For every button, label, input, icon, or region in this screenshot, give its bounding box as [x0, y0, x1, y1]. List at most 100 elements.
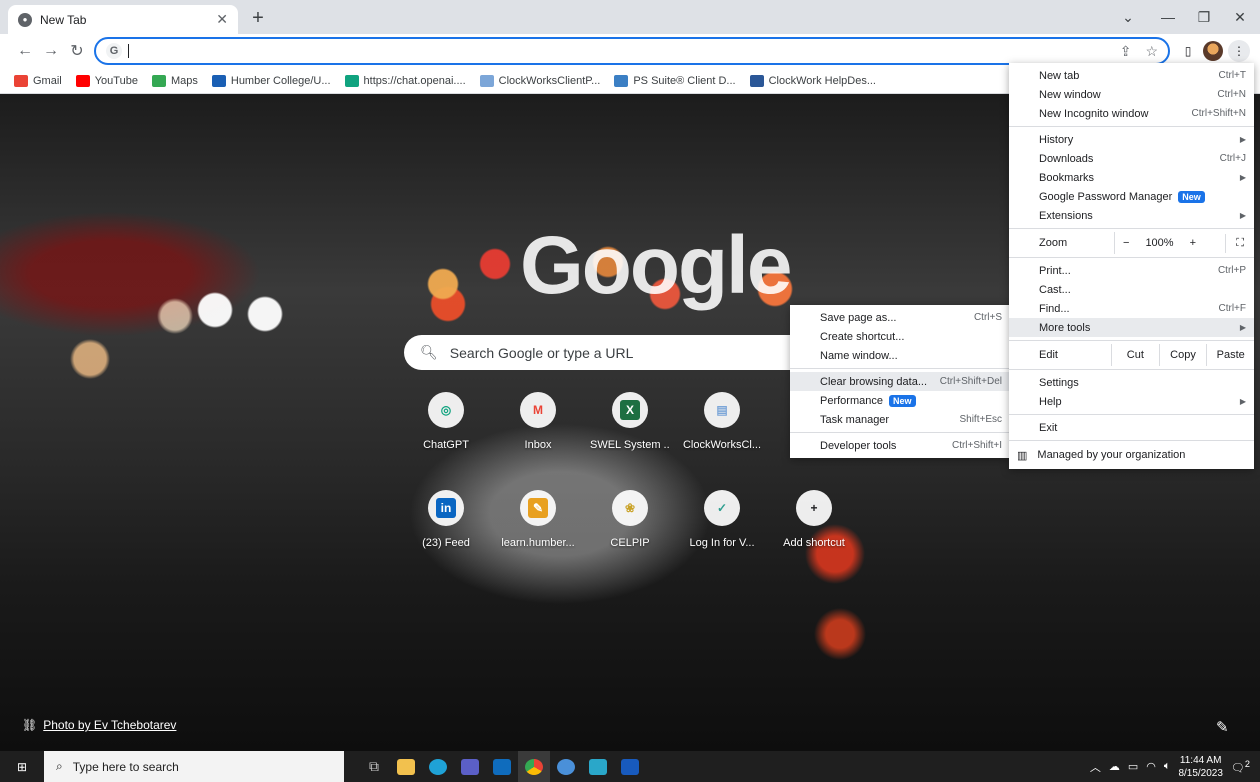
menu-task-manager[interactable]: Task manager Shift+Esc [790, 410, 1010, 429]
menu-developer-tools[interactable]: Developer tools Ctrl+Shift+I [790, 436, 1010, 455]
shortcut-label: learn.humber... [501, 537, 575, 549]
menu-managed-by-org[interactable]: ▥ Managed by your organization [1009, 444, 1254, 466]
bookmark-item[interactable]: Maps [151, 74, 198, 87]
fullscreen-icon[interactable]: ⛶ [1225, 233, 1254, 253]
menu-find[interactable]: Find... Ctrl+F [1009, 299, 1254, 318]
edge-icon[interactable] [422, 751, 454, 782]
file-explorer-icon[interactable] [390, 751, 422, 782]
menu-clear-browsing-data[interactable]: Clear browsing data... Ctrl+Shift+Del [790, 372, 1010, 391]
close-tab-icon[interactable]: ✕ [216, 11, 228, 28]
onedrive-icon[interactable]: ☁ [1109, 760, 1120, 773]
task-view-icon[interactable]: ⧉ [358, 751, 390, 782]
shortcut-tile[interactable]: in (23) Feed [406, 490, 486, 549]
restore-button[interactable]: ❐ [1184, 0, 1224, 34]
menu-downloads[interactable]: Downloads Ctrl+J [1009, 149, 1254, 168]
close-window-button[interactable]: ✕ [1220, 0, 1260, 34]
shortcut-tile[interactable]: + Add shortcut [774, 490, 854, 549]
chevron-up-icon[interactable]: ︿ [1090, 759, 1101, 775]
menu-shortcut: Ctrl+S [973, 312, 1002, 323]
menu-create-shortcut[interactable]: Create shortcut... [790, 327, 1010, 346]
taskbar-search[interactable]: ⌕ Type here to search [44, 751, 344, 782]
menu-button[interactable]: ⋮ [1228, 40, 1250, 62]
menu-divider [1009, 414, 1254, 415]
menu-settings[interactable]: Settings [1009, 373, 1254, 392]
menu-label: Name window... [820, 349, 898, 362]
menu-item-new-incognito-window[interactable]: New Incognito window Ctrl+Shift+N [1009, 104, 1254, 123]
menu-more-tools[interactable]: More tools ▶ [1009, 318, 1254, 337]
address-bar[interactable]: G ⇪ ☆ [94, 37, 1170, 65]
menu-bookmarks[interactable]: Bookmarks ▶ [1009, 168, 1254, 187]
photo-credit[interactable]: ⛓ Photo by Ev Tchebotarev [22, 718, 176, 732]
zoom-in-button[interactable]: + [1182, 237, 1204, 249]
minimize-button[interactable]: — [1148, 0, 1188, 34]
bookmark-item[interactable]: Humber College/U... [211, 74, 331, 87]
notification-icon[interactable]: 🗨︎2 [1231, 759, 1250, 775]
bookmark-star-icon[interactable]: ☆ [1145, 43, 1158, 60]
chrome-taskbar-icon[interactable] [518, 751, 550, 782]
photo-credit-link[interactable]: Photo by Ev Tchebotarev [43, 718, 176, 732]
reload-button[interactable]: ↻ [66, 40, 88, 62]
menu-item-new-tab[interactable]: New tab Ctrl+T [1009, 66, 1254, 85]
menu-divider [1009, 340, 1254, 341]
menu-label: Settings [1039, 376, 1079, 389]
chrome-alt-icon[interactable] [550, 751, 582, 782]
menu-password-manager[interactable]: Google Password Manager New [1009, 187, 1254, 206]
menu-save-page[interactable]: Save page as... Ctrl+S [790, 308, 1010, 327]
link-icon: ⛓ [22, 718, 38, 732]
new-tab-button[interactable]: + [246, 7, 270, 31]
menu-print[interactable]: Print... Ctrl+P [1009, 261, 1254, 280]
menu-shortcut: Ctrl+P [1217, 265, 1246, 276]
bookmark-item[interactable]: https://chat.openai.... [344, 74, 466, 87]
clock[interactable]: 11:44 AM 8/15/2023 [1178, 754, 1223, 780]
bookmark-item[interactable]: ClockWorksClientP... [479, 74, 600, 87]
back-button[interactable]: ← [14, 40, 36, 62]
word-icon[interactable] [614, 751, 646, 782]
menu-performance[interactable]: Performance New [790, 391, 1010, 410]
shortcut-tile[interactable]: ❀ CELPIP [590, 490, 670, 549]
bookmark-item[interactable]: YouTube [75, 74, 138, 87]
shortcut-tile[interactable]: ✓ Log In for V... [682, 490, 762, 549]
windows-start-icon[interactable]: ⊞ [0, 751, 44, 782]
cut-button[interactable]: Cut [1111, 344, 1159, 366]
bookmark-item[interactable]: Gmail [14, 74, 62, 87]
menu-label: Exit [1039, 421, 1058, 434]
date: 8/15/2023 [1178, 767, 1223, 779]
teams-icon[interactable] [454, 751, 486, 782]
outlook-icon[interactable] [486, 751, 518, 782]
paste-button[interactable]: Paste [1206, 344, 1254, 366]
shortcut-tile[interactable]: ◎ ChatGPT [406, 392, 486, 451]
tab-search-icon[interactable]: ⌄ [1108, 0, 1148, 34]
volume-icon[interactable]: 🔈︎ [1164, 760, 1171, 773]
bookmark-item[interactable]: PS Suite® Client D... [614, 74, 736, 87]
copy-button[interactable]: Copy [1158, 344, 1207, 366]
app-icon[interactable] [582, 751, 614, 782]
menu-name-window[interactable]: Name window... [790, 346, 1010, 365]
wifi-icon[interactable]: ◠ [1146, 760, 1156, 773]
chrome-icon: ● [18, 12, 32, 27]
menu-cast[interactable]: Cast... [1009, 280, 1254, 299]
gmail-icon: M [520, 392, 556, 428]
avatar [1203, 41, 1223, 61]
battery-icon[interactable]: ▭ [1128, 760, 1138, 773]
menu-history[interactable]: History ▶ [1009, 130, 1254, 149]
shortcut-tile[interactable]: ✎ learn.humber... [498, 490, 578, 549]
shortcut-tile[interactable]: X SWEL System ... [590, 392, 670, 451]
shortcut-label: CELPIP [610, 537, 650, 549]
menu-exit[interactable]: Exit [1009, 418, 1254, 437]
menu-divider [1009, 126, 1254, 127]
customize-pencil-icon[interactable]: ✎ [1216, 718, 1229, 736]
share-icon[interactable]: ⇪ [1120, 43, 1132, 60]
menu-extensions[interactable]: Extensions ▶ [1009, 206, 1254, 225]
menu-item-new-window[interactable]: New window Ctrl+N [1009, 85, 1254, 104]
profile-avatar[interactable] [1202, 40, 1224, 62]
shortcut-tile[interactable]: ▤ ClockWorksCl... [682, 392, 762, 451]
forward-button[interactable]: → [40, 40, 62, 62]
bookmark-item[interactable]: ClockWork HelpDes... [749, 74, 876, 87]
shortcut-tile[interactable]: M Inbox [498, 392, 578, 451]
side-panel-icon[interactable]: ▯ [1178, 40, 1198, 62]
bookmark-favicon-icon [344, 74, 359, 87]
tab-new-tab[interactable]: ● New Tab ✕ [8, 5, 238, 34]
google-logo: Google [520, 220, 792, 311]
menu-help[interactable]: Help ▶ [1009, 392, 1254, 411]
zoom-out-button[interactable]: − [1115, 237, 1137, 249]
